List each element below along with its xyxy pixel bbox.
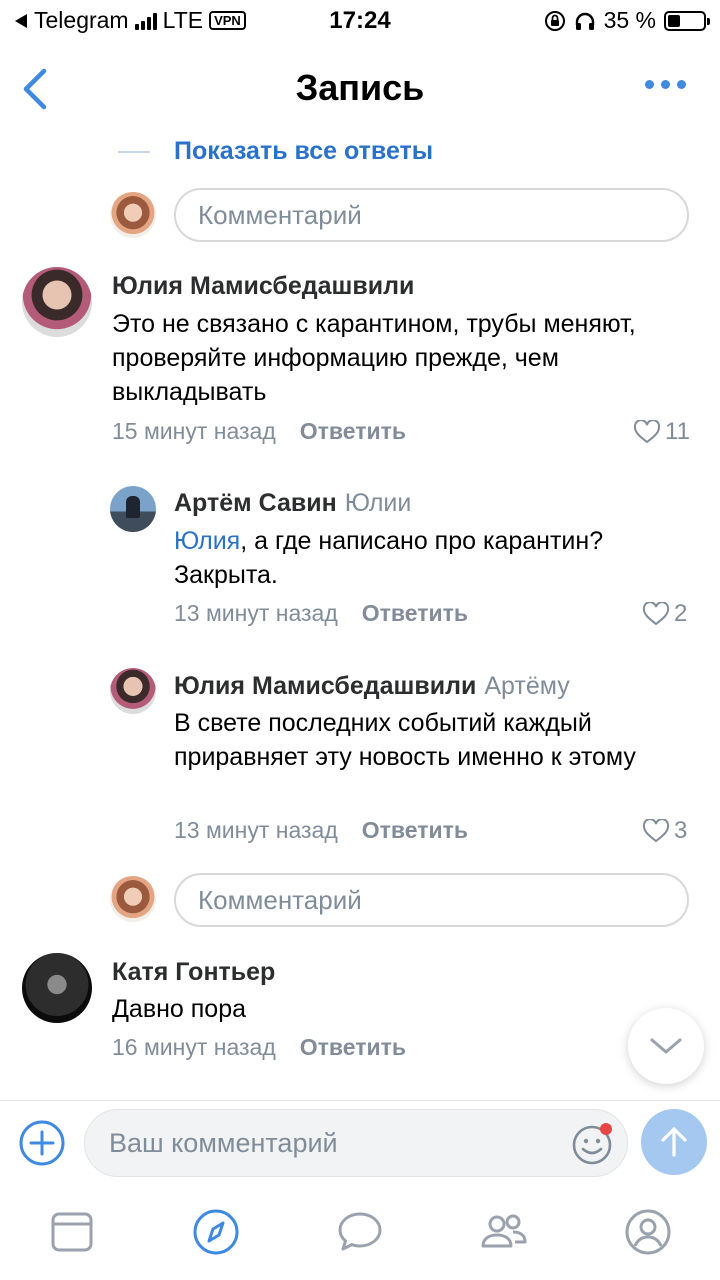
like-count: 11 [665,418,690,445]
heart-icon [633,420,661,444]
tab-bar [0,1188,720,1280]
reply-to-label[interactable]: Артёму [484,672,569,700]
status-left: Telegram LTE VPN [14,7,246,34]
comment-time: 15 минут назад [112,418,276,444]
like-button[interactable]: 3 [642,817,687,845]
comment-text: Это не связано с карантином, трубы меняю… [112,310,636,406]
battery-percent: 35 % [603,7,656,33]
compose-bar: Ваш комментарий [0,1100,720,1188]
reply-button[interactable]: Ответить [362,600,468,627]
comment-author: Юлия Мамисбедашвили Артёму [174,672,570,701]
send-button[interactable] [641,1109,707,1175]
reply-comment-placeholder: Комментарий [198,199,362,230]
status-bar: Telegram LTE VPN 17:24 35 % [0,0,720,40]
comment-author-name[interactable]: Юлия Мамисбедашвили [174,672,476,700]
avatar [110,192,156,238]
reply-to-label[interactable]: Юлии [345,489,412,517]
comment-text: Давно пора [112,995,247,1023]
avatar[interactable] [22,953,92,1023]
comment-time: 13 минут назад [174,817,338,843]
comment-input[interactable]: Ваш комментарий [84,1109,628,1177]
orientation-lock-icon [544,10,565,31]
like-button[interactable]: 2 [642,600,687,628]
comment-author[interactable]: Катя Гонтьер [112,958,275,987]
avatar[interactable] [110,668,156,714]
mention-link[interactable]: Юлия [174,527,240,555]
arrow-up-icon [661,1127,687,1157]
emoji-icon[interactable] [570,1121,616,1167]
status-right: 35 % [544,7,710,34]
reply-comment-field[interactable]: Комментарий [174,188,689,242]
comment-input-placeholder: Ваш комментарий [109,1127,338,1158]
profile-icon[interactable] [624,1208,672,1256]
back-to-app-link[interactable]: Telegram [14,7,129,34]
like-button[interactable]: 11 [633,418,690,446]
heart-icon [642,602,670,626]
chevron-down-icon [650,1038,682,1054]
comment-author-name[interactable]: Артём Савин [174,489,337,517]
comment-time: 13 минут назад [174,600,338,626]
nav-bar: Запись [0,40,720,135]
back-triangle-icon [15,13,27,28]
reply-comment-field[interactable]: Комментарий [174,873,689,927]
show-all-replies-label: Показать все ответы [174,137,434,165]
like-count: 3 [674,817,688,844]
show-all-replies-link[interactable]: Показать все ответы [118,137,433,166]
comment-meta: 13 минут назад Ответить [174,600,468,627]
comment-author[interactable]: Юлия Мамисбедашвили [112,272,414,301]
friends-icon[interactable] [480,1208,528,1256]
vpn-badge: VPN [209,11,246,30]
signal-icon [134,12,157,30]
page-title: Запись [295,67,425,108]
thread-line [118,150,150,153]
comment-meta: 16 минут назад Ответить [112,1034,406,1061]
comment-text: В свете последних событий каждый приравн… [174,709,636,771]
news-icon[interactable] [48,1208,96,1256]
avatar[interactable] [22,267,92,337]
headphones-icon [575,12,594,30]
like-count: 2 [674,600,688,627]
comment-author: Артём Савин Юлии [174,489,411,518]
comment-time: 16 минут назад [112,1034,276,1060]
comment-meta: 13 минут назад Ответить [174,817,468,844]
discover-icon[interactable] [192,1208,240,1256]
attach-plus-icon[interactable] [18,1119,66,1167]
heart-icon [642,819,670,843]
comment-text: Юлия, а где написано про карантин? Закры… [174,524,684,592]
reply-button[interactable]: Ответить [300,418,406,445]
reply-button[interactable]: Ответить [300,1034,406,1061]
scroll-down-button[interactable] [628,1008,704,1084]
network-label: LTE [162,7,204,33]
more-options-icon[interactable] [645,80,686,89]
battery-icon [664,10,710,31]
back-app-label: Telegram [34,7,129,33]
messages-icon[interactable] [336,1208,384,1256]
reply-button[interactable]: Ответить [362,817,468,844]
avatar [110,876,156,922]
comment-meta: 15 минут назад Ответить [112,418,406,445]
reply-comment-placeholder: Комментарий [198,884,362,915]
avatar[interactable] [110,486,156,532]
